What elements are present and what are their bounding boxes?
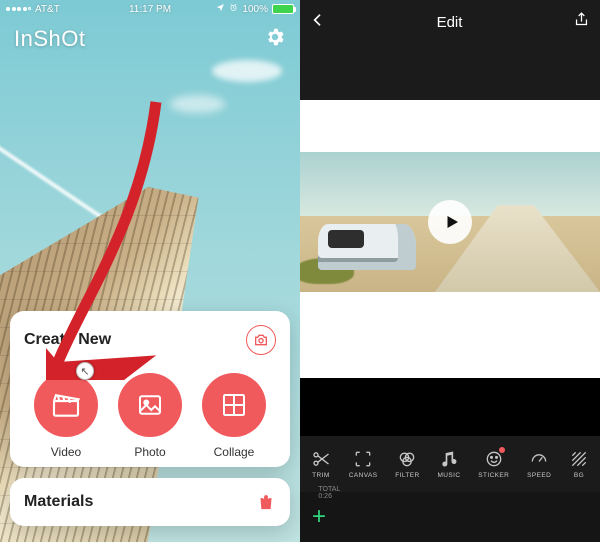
timeline-total-label: TOTAL 0:26 — [318, 486, 340, 500]
timeline[interactable]: + TOTAL 0:26 — [300, 492, 600, 542]
create-collage-label: Collage — [214, 445, 255, 459]
carrier-label: AT&T — [35, 4, 60, 15]
materials-title: Materials — [24, 493, 93, 511]
create-title: Create New — [24, 331, 111, 349]
camera-button[interactable] — [246, 325, 276, 355]
tool-speed[interactable]: SPEED — [527, 449, 551, 479]
music-icon — [439, 449, 459, 469]
speed-icon — [529, 449, 549, 469]
share-button[interactable] — [573, 11, 590, 33]
create-new-card: Create New Video Photo Collage — [10, 311, 290, 467]
clapper-icon — [50, 389, 82, 421]
cursor-icon: ↖ — [76, 362, 94, 380]
canvas-icon — [353, 449, 373, 469]
image-icon — [135, 390, 165, 420]
create-video-label: Video — [51, 445, 81, 459]
gear-icon — [264, 26, 286, 48]
create-photo-label: Photo — [134, 445, 165, 459]
create-photo-button[interactable]: Photo — [118, 373, 182, 459]
edit-title: Edit — [437, 14, 463, 31]
bag-icon — [256, 492, 276, 512]
app-logo: InShOt — [14, 26, 85, 52]
play-button[interactable] — [428, 200, 472, 244]
home-screen: AT&T 11:17 PM 100% InShOt Create New — [0, 0, 300, 542]
camera-icon — [253, 332, 269, 348]
battery-icon — [272, 4, 294, 14]
share-icon — [573, 11, 590, 28]
chevron-left-icon — [310, 12, 326, 28]
edit-screen: Edit TRIM CANVAS — [300, 0, 600, 542]
alarm-icon — [229, 3, 238, 15]
play-icon — [443, 213, 461, 231]
back-button[interactable] — [310, 12, 326, 33]
location-icon — [216, 3, 225, 15]
bg-icon — [569, 449, 589, 469]
tool-filter[interactable]: FILTER — [395, 449, 419, 479]
signal-dots-icon — [6, 7, 31, 11]
tool-bg[interactable]: BG — [569, 449, 589, 479]
status-bar: AT&T 11:17 PM 100% — [0, 0, 300, 18]
create-collage-button[interactable]: Collage — [202, 373, 266, 459]
settings-button[interactable] — [264, 26, 286, 48]
tool-music[interactable]: MUSIC — [437, 449, 460, 479]
materials-card[interactable]: Materials — [10, 478, 290, 526]
edit-toolbar: TRIM CANVAS FILTER MUSIC STICKER SPE — [300, 436, 600, 492]
create-video-button[interactable]: Video — [34, 373, 98, 459]
video-preview[interactable] — [300, 152, 600, 292]
tool-sticker[interactable]: STICKER — [478, 449, 509, 479]
tool-trim[interactable]: TRIM — [311, 449, 331, 479]
clock: 11:17 PM — [129, 4, 171, 15]
badge-dot — [499, 447, 505, 453]
edit-header: Edit — [300, 0, 600, 44]
battery-percent: 100% — [242, 4, 268, 15]
tool-canvas[interactable]: CANVAS — [349, 449, 378, 479]
grid-icon — [219, 390, 249, 420]
scissors-icon — [311, 449, 331, 469]
filter-icon — [397, 449, 417, 469]
